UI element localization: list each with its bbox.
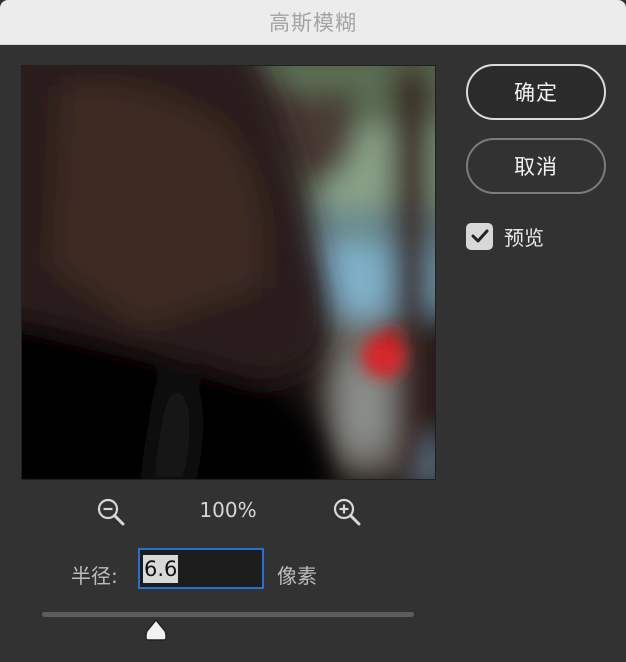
radius-unit-label: 像素 [277,564,317,588]
radius-slider-track[interactable] [42,612,414,617]
ok-button-label: 确定 [514,81,558,105]
preview-checkbox[interactable]: 预览 [466,222,544,250]
preview-checkbox-label: 预览 [504,225,544,250]
checkbox-box[interactable] [466,222,493,250]
dialog-titlebar: 高斯模糊 [0,0,626,45]
cancel-button-label: 取消 [514,155,558,179]
ok-button[interactable]: 确定 [466,64,606,120]
radius-slider-thumb[interactable] [145,618,167,642]
preview-photo [22,66,435,479]
radius-label: 半径: [71,564,118,588]
radius-input[interactable]: 6.6 [138,548,264,589]
zoom-in-icon[interactable] [332,497,362,527]
zoom-out-icon[interactable] [96,497,126,527]
blur-preview-image[interactable] [21,65,436,480]
dialog-title: 高斯模糊 [269,11,357,35]
radius-value[interactable]: 6.6 [143,554,179,583]
zoom-level: 100% [199,498,257,522]
cancel-button[interactable]: 取消 [466,138,606,194]
checkmark-icon [471,229,488,243]
